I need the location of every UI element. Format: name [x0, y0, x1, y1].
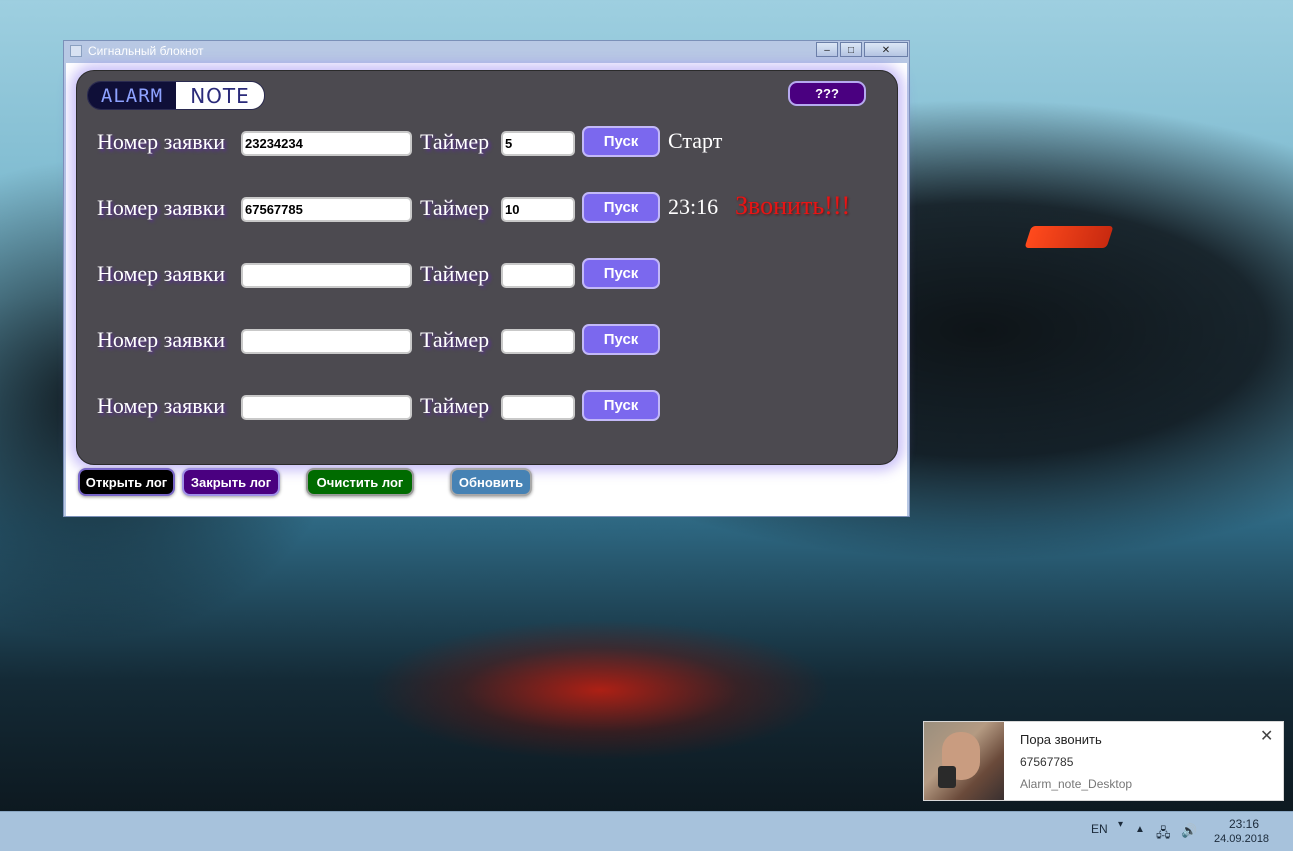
app-logo: ALARM NOTE — [87, 81, 265, 110]
timer-input[interactable] — [501, 263, 575, 288]
logo-note-text: NOTE — [176, 82, 264, 109]
minimize-button[interactable]: – — [816, 42, 838, 57]
close-icon[interactable]: ✕ — [1260, 726, 1273, 746]
phone-icon — [938, 766, 956, 788]
window-title: Сигнальный блокнот — [88, 44, 204, 58]
language-indicator[interactable]: EN — [1091, 822, 1108, 836]
start-button[interactable]: Пуск — [582, 390, 660, 421]
order-number-label: Номер заявки — [97, 129, 226, 154]
row-status: Старт — [668, 128, 723, 153]
notification-image — [924, 722, 1004, 800]
open-log-button[interactable]: Открыть лог — [78, 468, 175, 496]
timer-label: Таймер — [420, 261, 490, 286]
volume-icon[interactable]: 🔊 — [1181, 823, 1197, 839]
notification-title: Пора звонить — [1020, 732, 1102, 747]
timer-input[interactable] — [501, 197, 575, 222]
taskbar: EN ▾ ▲ 🖧 🔊 23:16 24.09.2018 — [0, 811, 1293, 851]
help-button[interactable]: ??? — [788, 81, 866, 106]
row-alert: Звонить!!! — [735, 191, 851, 220]
main-panel: ALARM NOTE ??? Номер заявки Таймер Пуск … — [76, 70, 898, 465]
tray-chevron-icon[interactable]: ▲ — [1135, 824, 1145, 835]
order-number-label: Номер заявки — [97, 327, 226, 352]
order-number-input[interactable] — [241, 197, 412, 222]
title-bar[interactable]: Сигнальный блокнот – □ ✕ — [64, 41, 909, 62]
close-log-button[interactable]: Закрыть лог — [182, 468, 280, 496]
app-icon — [70, 45, 82, 57]
clock-time[interactable]: 23:16 — [1229, 817, 1259, 831]
order-number-input[interactable] — [241, 329, 412, 354]
order-number-label: Номер заявки — [97, 195, 226, 220]
order-number-label: Номер заявки — [97, 261, 226, 286]
notification-toast[interactable]: Пора звонить 67567785 Alarm_note_Desktop… — [923, 721, 1284, 801]
start-button[interactable]: Пуск — [582, 324, 660, 355]
order-number-label: Номер заявки — [97, 393, 226, 418]
timer-label: Таймер — [420, 393, 490, 418]
order-number-input[interactable] — [241, 263, 412, 288]
window-client-area: ALARM NOTE ??? Номер заявки Таймер Пуск … — [66, 63, 907, 516]
start-button[interactable]: Пуск — [582, 192, 660, 223]
start-button[interactable]: Пуск — [582, 126, 660, 157]
timer-label: Таймер — [420, 327, 490, 352]
close-window-button[interactable]: ✕ — [864, 42, 908, 57]
order-number-input[interactable] — [241, 395, 412, 420]
timer-input[interactable] — [501, 131, 575, 156]
notification-source: Alarm_note_Desktop — [1020, 777, 1133, 791]
app-window: Сигнальный блокнот – □ ✕ ALARM NOTE ??? … — [63, 40, 910, 517]
order-number-input[interactable] — [241, 131, 412, 156]
alarm-row-1: Номер заявки Таймер Пуск Старт — [77, 126, 897, 160]
clear-log-button[interactable]: Очистить лог — [306, 468, 414, 496]
notification-body: 67567785 — [1020, 755, 1074, 769]
timer-label: Таймер — [420, 195, 490, 220]
refresh-button[interactable]: Обновить — [450, 468, 532, 496]
alarm-row-5: Номер заявки Таймер Пуск — [77, 390, 897, 424]
timer-input[interactable] — [501, 329, 575, 354]
alarm-row-4: Номер заявки Таймер Пуск — [77, 324, 897, 358]
network-icon[interactable]: 🖧 — [1156, 824, 1171, 846]
timer-label: Таймер — [420, 129, 490, 154]
clock-date[interactable]: 24.09.2018 — [1214, 833, 1269, 845]
start-button[interactable]: Пуск — [582, 258, 660, 289]
alarm-row-2: Номер заявки Таймер Пуск 23:16 Звонить!!… — [77, 191, 897, 226]
background-car-taillight — [1024, 226, 1114, 248]
logo-alarm-text: ALARM — [88, 82, 176, 109]
timer-input[interactable] — [501, 395, 575, 420]
row-status: 23:16 — [668, 194, 719, 219]
maximize-button[interactable]: □ — [840, 42, 862, 57]
alarm-row-3: Номер заявки Таймер Пуск — [77, 258, 897, 292]
keyboard-layout-icon[interactable]: ▾ — [1118, 819, 1123, 830]
